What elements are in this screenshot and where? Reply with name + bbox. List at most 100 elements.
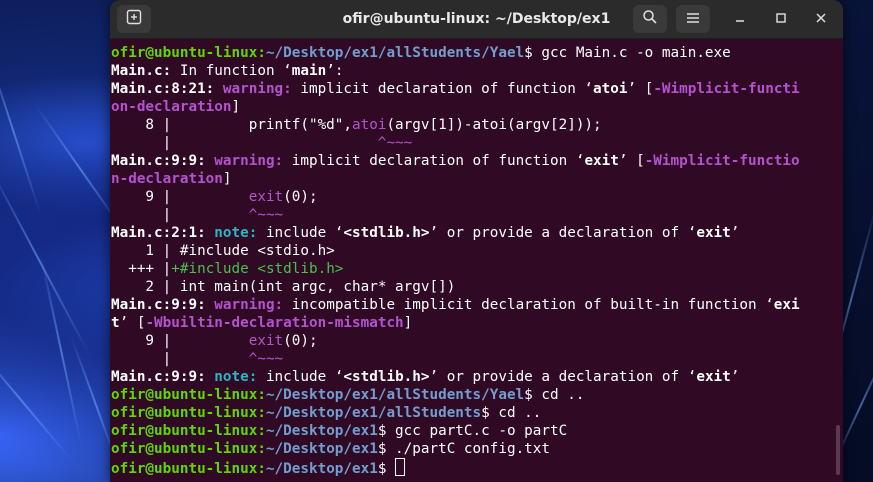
terminal-line: 1 | #include <stdio.h> bbox=[110, 242, 843, 260]
terminal-text: warning: bbox=[222, 81, 292, 97]
close-button[interactable] bbox=[812, 10, 830, 28]
terminal-text: incompatible implicit declaration of bui… bbox=[283, 297, 774, 313]
search-icon bbox=[642, 9, 658, 29]
terminal-text: $ bbox=[377, 461, 396, 477]
wallpaper-streak bbox=[0, 44, 42, 216]
terminal-text: implicit declaration of function ‘ bbox=[283, 153, 585, 169]
terminal-text: <stdlib.h> bbox=[343, 369, 430, 385]
terminal-text: | bbox=[111, 351, 249, 367]
terminal-text: ’ bbox=[730, 369, 740, 385]
terminal-text: | bbox=[111, 207, 249, 223]
terminal-text: (0); bbox=[283, 189, 318, 205]
terminal-text: ’ or provide a declaration of ‘ bbox=[429, 369, 697, 385]
terminal-window[interactable]: ofir@ubuntu-linux: ~/Desktop/ex1 ofir@ub… bbox=[110, 0, 843, 482]
terminal-text: ^~~~ bbox=[248, 207, 284, 223]
terminal-line: 9 | exit(0); bbox=[110, 332, 843, 350]
terminal-text: n-declaration bbox=[111, 171, 223, 187]
minimize-button[interactable] bbox=[731, 10, 749, 28]
search-button[interactable] bbox=[633, 5, 667, 33]
terminal-text: 9 | bbox=[111, 189, 249, 205]
terminal-text: exit bbox=[584, 153, 619, 169]
menu-button[interactable] bbox=[676, 5, 710, 33]
terminal-text: +++ | bbox=[111, 261, 172, 277]
terminal-text: ~/Desktop/ex1/allStudents/Yael bbox=[265, 387, 525, 403]
terminal-line: Main.c:9:9: note: include ‘<stdlib.h>’ o… bbox=[110, 368, 843, 386]
terminal-line: ofir@ubuntu-linux:~/Desktop/ex1$ ./partC… bbox=[110, 440, 843, 458]
terminal-text: Main.c: bbox=[111, 63, 172, 79]
terminal-text: ] bbox=[231, 99, 241, 115]
terminal-text: exi bbox=[773, 297, 800, 313]
terminal-line: | ^~~~ bbox=[110, 350, 843, 368]
terminal-line: n-declaration] bbox=[110, 170, 843, 188]
terminal-text: ofir@ubuntu-linux: bbox=[111, 423, 266, 439]
terminal-text: exit bbox=[696, 225, 731, 241]
terminal-text: ^~~~ bbox=[377, 135, 413, 151]
wallpaper-streak bbox=[0, 162, 92, 358]
terminal-line: 8 | printf("%d",atoi(argv[1])-atoi(argv[… bbox=[110, 116, 843, 134]
terminal-text: ’ [ bbox=[618, 153, 645, 169]
terminal-line: t’ [-Wbuiltin-declaration-mismatch] bbox=[110, 314, 843, 332]
terminal-line: Main.c: In function ‘main’: bbox=[110, 62, 843, 80]
terminal-text: ’: bbox=[326, 63, 344, 79]
terminal-line: ofir@ubuntu-linux:~/Desktop/ex1$ bbox=[110, 458, 843, 477]
terminal-text: Main.c:2:1: bbox=[111, 225, 206, 241]
terminal-text: ofir@ubuntu-linux: bbox=[111, 387, 266, 403]
terminal-text: t bbox=[111, 315, 120, 331]
terminal-text: ofir@ubuntu-linux: bbox=[111, 405, 266, 421]
terminal-text: ~/Desktop/ex1 bbox=[265, 441, 378, 457]
terminal-output[interactable]: ofir@ubuntu-linux:~/Desktop/ex1/allStude… bbox=[110, 38, 843, 482]
terminal-text: 9 | bbox=[111, 333, 249, 349]
terminal-line: +++ |+#include <stdlib.h> bbox=[110, 260, 843, 278]
terminal-text: exit bbox=[248, 333, 284, 349]
terminal-line: 2 | int main(int argc, char* argv[]) bbox=[110, 278, 843, 296]
terminal-text: ~/Desktop/ex1/allStudents bbox=[265, 405, 482, 421]
terminal-line: ofir@ubuntu-linux:~/Desktop/ex1/allStude… bbox=[110, 404, 843, 422]
close-icon bbox=[816, 12, 826, 27]
terminal-text: 8 | printf("%d", bbox=[111, 117, 353, 133]
terminal-text: ofir@ubuntu-linux: bbox=[111, 441, 266, 457]
terminal-text: (0); bbox=[283, 333, 318, 349]
terminal-text: +#include <stdlib.h> bbox=[171, 261, 344, 277]
terminal-text: note: bbox=[214, 225, 258, 241]
terminal-line: | ^~~~ bbox=[110, 134, 843, 152]
terminal-text: $ gcc Main.c -o main.exe bbox=[524, 45, 731, 61]
terminal-text: on-declaration bbox=[111, 99, 232, 115]
terminal-line: | ^~~~ bbox=[110, 206, 843, 224]
title-bar[interactable]: ofir@ubuntu-linux: ~/Desktop/ex1 bbox=[110, 0, 843, 39]
terminal-text: $ cd .. bbox=[524, 387, 585, 403]
terminal-text: $ ./partC config.txt bbox=[377, 441, 550, 457]
terminal-text: note: bbox=[214, 369, 258, 385]
terminal-text: -Wbuiltin-declaration-mismatch bbox=[145, 315, 404, 331]
terminal-line: Main.c:9:9: warning: implicit declaratio… bbox=[110, 152, 843, 170]
terminal-text: ’ [ bbox=[119, 315, 146, 331]
terminal-text: 2 | int main(int argc, char* argv[]) bbox=[111, 279, 456, 295]
terminal-text: ^~~~ bbox=[248, 351, 284, 367]
terminal-text: -Wimplicit-functi bbox=[653, 81, 800, 97]
terminal-text: $ gcc partC.c -o partC bbox=[377, 423, 568, 439]
terminal-text: Main.c:8:21: bbox=[111, 81, 215, 97]
terminal-line: ofir@ubuntu-linux:~/Desktop/ex1$ gcc par… bbox=[110, 422, 843, 440]
terminal-text: -Wimplicit-functio bbox=[644, 153, 800, 169]
terminal-line: Main.c:2:1: note: include ‘<stdlib.h>’ o… bbox=[110, 224, 843, 242]
terminal-text: ofir@ubuntu-linux: bbox=[111, 461, 266, 477]
terminal-text: warning: bbox=[214, 297, 284, 313]
terminal-line: Main.c:8:21: warning: implicit declarati… bbox=[110, 80, 843, 98]
terminal-text: main bbox=[291, 63, 327, 79]
terminal-text: <stdlib.h> bbox=[343, 225, 430, 241]
hamburger-menu-icon bbox=[686, 10, 700, 29]
terminal-text: ofir@ubuntu-linux: bbox=[111, 45, 266, 61]
terminal-text: implicit declaration of function ‘ bbox=[291, 81, 594, 97]
terminal-text: ’ bbox=[730, 225, 740, 241]
minimize-icon bbox=[735, 12, 745, 27]
scrollbar[interactable] bbox=[836, 425, 840, 475]
terminal-text: exit bbox=[248, 189, 284, 205]
terminal-text: exit bbox=[696, 369, 731, 385]
terminal-text: ] bbox=[403, 315, 413, 331]
terminal-line: Main.c:9:9: warning: incompatible implic… bbox=[110, 296, 843, 314]
terminal-text: ~/Desktop/ex1 bbox=[265, 423, 378, 439]
maximize-button[interactable] bbox=[772, 10, 790, 28]
